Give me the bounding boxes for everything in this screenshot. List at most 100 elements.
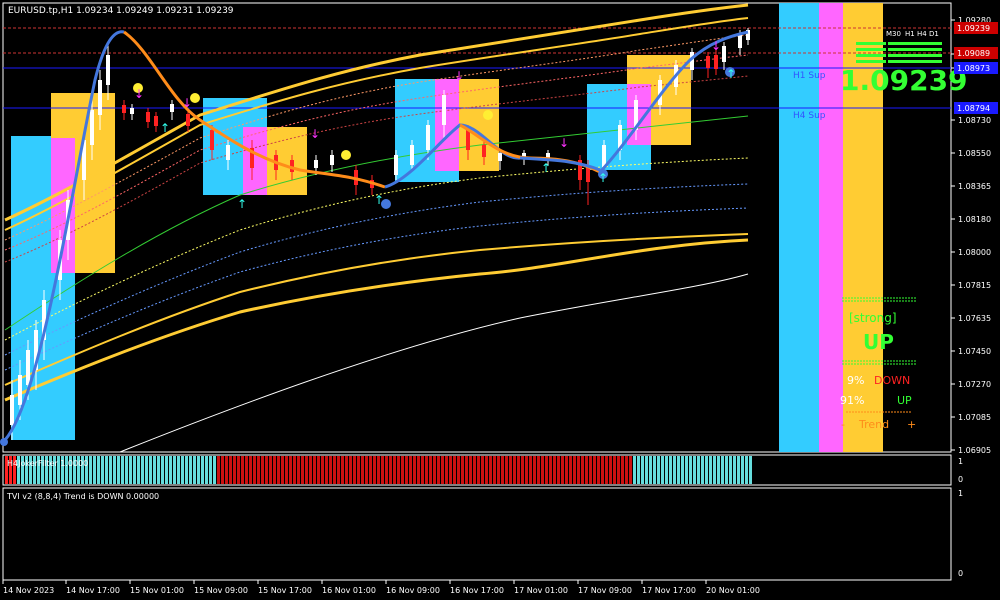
filter-bar — [605, 456, 608, 484]
filter-bar — [673, 456, 676, 484]
filter-bar — [245, 456, 248, 484]
time-tick-label: 15 Nov 17:00 — [258, 586, 312, 595]
filter-bar — [429, 456, 432, 484]
filter-bar — [569, 456, 572, 484]
filter-bar — [709, 456, 712, 484]
filter-bar — [509, 456, 512, 484]
filter-bar — [553, 456, 556, 484]
filter-bar — [485, 456, 488, 484]
arrow-down-icon: ↓ — [711, 39, 721, 53]
filter-bar — [445, 456, 448, 484]
filter-bar — [637, 456, 640, 484]
filter-bar — [625, 456, 628, 484]
filter-bar — [505, 456, 508, 484]
filter-bar — [621, 456, 624, 484]
down-percent: 9% — [847, 374, 864, 387]
filter-bar — [733, 456, 736, 484]
filter-bar — [313, 456, 316, 484]
filter-bar — [425, 456, 428, 484]
filter-bar — [137, 456, 140, 484]
filter-bar — [549, 456, 552, 484]
price-tag-label: 1.09089 — [957, 49, 990, 58]
tf-label-m30: M30 — [886, 30, 901, 38]
filter-bar — [101, 456, 104, 484]
filter-bar — [249, 456, 252, 484]
up-percent: 91% — [840, 394, 864, 407]
price-tick-label: 1.06905 — [958, 446, 991, 455]
filter-bar — [421, 456, 424, 484]
time-tick-label: 20 Nov 01:00 — [706, 586, 760, 595]
filter-bar — [205, 456, 208, 484]
sub-panel-2-scale-top: 1 — [958, 489, 963, 498]
current-price-display: 1.09239 — [840, 64, 968, 97]
filter-bar — [389, 456, 392, 484]
filter-bar — [361, 456, 364, 484]
price-tags: 1.09239 1.09089 1.08973 1.08794 — [954, 22, 998, 114]
filter-bar — [397, 456, 400, 484]
h4-support-label: H4 Sup — [793, 111, 826, 121]
filter-bar — [121, 456, 124, 484]
filter-bar — [597, 456, 600, 484]
arrow-down-icon: ↓ — [134, 87, 144, 101]
filter-bar — [493, 456, 496, 484]
time-tick-label: 16 Nov 01:00 — [322, 586, 376, 595]
filter-bar — [321, 456, 324, 484]
price-tick-label: 1.07635 — [958, 314, 991, 323]
filter-bar — [257, 456, 260, 484]
filter-bar — [281, 456, 284, 484]
arrow-up-icon: ↑ — [237, 197, 247, 211]
filter-bar — [221, 456, 224, 484]
price-tick-label: 1.07085 — [958, 413, 991, 422]
price-tick-label: 1.07450 — [958, 347, 991, 356]
filter-bar — [305, 456, 308, 484]
filter-bar — [449, 456, 452, 484]
filter-bar — [185, 456, 188, 484]
filter-bar — [729, 456, 732, 484]
filter-bar — [317, 456, 320, 484]
time-tick-label: 14 Nov 2023 — [3, 586, 54, 595]
filter-bar — [641, 456, 644, 484]
h1-support-label: H1 Sup — [793, 71, 826, 81]
filter-bar — [465, 456, 468, 484]
filter-bar — [265, 456, 268, 484]
filter-bar — [705, 456, 708, 484]
filter-bar — [413, 456, 416, 484]
filter-bar — [189, 456, 192, 484]
filter-bar — [661, 456, 664, 484]
signal-dot — [0, 438, 8, 446]
price-tick-label: 1.07815 — [958, 281, 991, 290]
filter-bar — [457, 456, 460, 484]
time-tick-label: 16 Nov 09:00 — [386, 586, 440, 595]
filter-bar — [617, 456, 620, 484]
price-tick-label: 1.08550 — [958, 149, 991, 158]
sub-panel-2-frame[interactable] — [2, 487, 952, 581]
filter-bar — [693, 456, 696, 484]
filter-bar — [725, 456, 728, 484]
filter-bar — [581, 456, 584, 484]
filter-bar — [521, 456, 524, 484]
filter-bar — [157, 456, 160, 484]
filter-bar — [273, 456, 276, 484]
filter-bar — [477, 456, 480, 484]
filter-bar — [417, 456, 420, 484]
filter-bar — [593, 456, 596, 484]
filter-bar — [557, 456, 560, 484]
filter-bar — [481, 456, 484, 484]
filter-bar — [721, 456, 724, 484]
filter-bar — [489, 456, 492, 484]
price-tick-label: 1.08730 — [958, 116, 991, 125]
filter-bar — [385, 456, 388, 484]
time-tick-label: 17 Nov 17:00 — [642, 586, 696, 595]
filter-bar — [109, 456, 112, 484]
filter-bar — [145, 456, 148, 484]
time-axis[interactable]: 14 Nov 2023 14 Nov 17:00 15 Nov 01:00 15 No… — [2, 580, 760, 595]
filter-bar — [125, 456, 128, 484]
arrow-down-icon: ↓ — [310, 127, 320, 141]
strength-label: [strong] — [849, 311, 897, 325]
filter-bar — [93, 456, 96, 484]
filter-bar — [197, 456, 200, 484]
arrow-up-icon: ↑ — [160, 121, 170, 135]
filter-bar — [585, 456, 588, 484]
filter-bar — [401, 456, 404, 484]
filter-bar — [377, 456, 380, 484]
